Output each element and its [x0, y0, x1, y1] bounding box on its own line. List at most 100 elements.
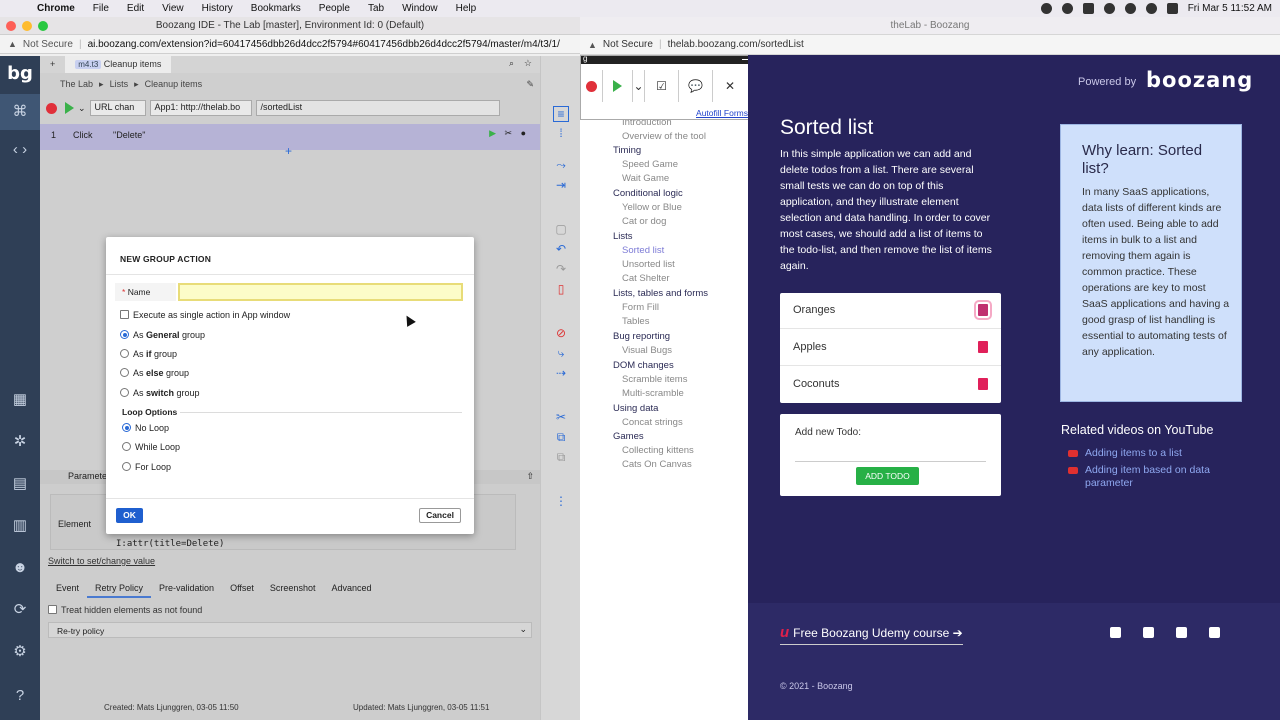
nav-section[interactable]: Games [613, 431, 644, 442]
modules-icon[interactable]: ▦ [9, 390, 31, 410]
tab-offset[interactable]: Offset [222, 580, 262, 598]
nav-item[interactable]: Visual Bugs [622, 345, 672, 356]
clock[interactable]: Fri Mar 5 11:52 AM [1188, 3, 1272, 14]
tab-screenshot[interactable]: Screenshot [262, 580, 324, 598]
tab-advanced[interactable]: Advanced [323, 580, 379, 598]
no-loop-option[interactable]: No Loop [122, 423, 169, 433]
crumb-cleanup-items[interactable]: Cleanup items [145, 79, 203, 89]
execute-single-checkbox[interactable] [120, 310, 129, 319]
path-input[interactable]: /sortedList [255, 100, 500, 116]
copy-icon[interactable]: ⧉ [553, 430, 569, 444]
nav-section[interactable]: Conditional logic [613, 188, 683, 199]
edit-icon[interactable]: ✎ [526, 79, 534, 90]
retry-policy-select[interactable]: Re-try policy ⌄ [48, 622, 532, 638]
as-else-radio[interactable] [120, 368, 129, 377]
as-if-option[interactable]: As if group [120, 349, 177, 359]
integrations-icon[interactable]: ⟳ [9, 600, 31, 620]
collapse-icon[interactable]: ⇧ [526, 471, 534, 482]
menu-help[interactable]: Help [447, 3, 486, 14]
undo-icon[interactable]: ↶ [553, 242, 569, 256]
trash-icon[interactable] [978, 341, 988, 353]
nav-item[interactable]: Yellow or Blue [622, 202, 682, 213]
email-icon[interactable] [1110, 627, 1121, 638]
record-button[interactable] [46, 102, 57, 114]
boozang-logo[interactable]: bg [0, 56, 40, 94]
address-bar[interactable]: ▲ Not Secure | ai.boozang.com/extension?… [0, 35, 580, 54]
for-loop-option[interactable]: For Loop [122, 462, 171, 472]
settings-icon[interactable]: ● [521, 128, 526, 138]
settings-icon[interactable]: ⚙ [9, 642, 31, 662]
nav-item[interactable]: Form Fill [622, 302, 659, 313]
nav-section[interactable]: Timing [613, 145, 641, 156]
as-if-radio[interactable] [120, 349, 129, 358]
nav-item-active[interactable]: Sorted list [622, 245, 664, 256]
bug-icon[interactable]: ✲ [9, 432, 31, 452]
widget-titlebar[interactable]: g [581, 54, 752, 64]
close-window-button[interactable] [6, 21, 16, 31]
add-todo-input[interactable] [795, 461, 986, 462]
redo-icon[interactable]: ↷ [553, 262, 569, 276]
menu-edit[interactable]: Edit [118, 3, 153, 14]
tab-parameters[interactable]: Parameter [68, 471, 110, 481]
menu-people[interactable]: People [310, 3, 359, 14]
nav-item[interactable]: Concat strings [622, 417, 683, 428]
search-icon[interactable]: ⌕ [509, 58, 514, 69]
nav-item[interactable]: Cats On Canvas [622, 459, 692, 470]
treat-hidden-option[interactable]: Treat hidden elements as not found [48, 605, 202, 615]
branch-icon[interactable]: ⤷ [553, 346, 569, 360]
list-view-icon[interactable]: ≡ [553, 106, 569, 122]
tree-icon[interactable]: ⌘ [0, 94, 40, 130]
back-icon[interactable]: ‹ › [9, 140, 31, 160]
url-text[interactable]: ai.boozang.com/extension?id=60417456dbb2… [88, 39, 560, 50]
move-icon[interactable]: ⇢ [553, 366, 569, 380]
autofill-forms-link[interactable]: Autofill Forms [696, 108, 748, 118]
facebook-icon[interactable] [1143, 627, 1154, 638]
crumb-lists[interactable]: Lists [110, 79, 129, 89]
nav-section[interactable]: DOM changes [613, 360, 674, 371]
linkedin-icon[interactable] [1176, 627, 1187, 638]
menu-file[interactable]: File [84, 3, 118, 14]
report-icon[interactable]: ▤ [9, 474, 31, 494]
ok-button[interactable]: OK [116, 508, 143, 523]
boozang-brand-logo[interactable]: boozang [1146, 68, 1253, 92]
element-selector[interactable]: I:attr(title=Delete) [116, 539, 224, 549]
nav-item[interactable]: Wait Game [622, 173, 669, 184]
switch-value-link[interactable]: Switch to set/change value [48, 556, 155, 566]
play-button[interactable] [65, 102, 74, 114]
disable-icon[interactable]: ⊘ [553, 326, 569, 340]
menu-tab[interactable]: Tab [359, 3, 393, 14]
scissors-icon[interactable]: ✂ [553, 410, 569, 424]
as-general-option[interactable]: As General group [120, 330, 205, 340]
app-select[interactable]: App1: http://thelab.bo [149, 100, 252, 116]
chevron-down-icon[interactable]: ⌄ [633, 70, 645, 102]
add-todo-button[interactable]: ADD TODO [856, 467, 919, 485]
new-tab-button[interactable]: + [40, 56, 65, 73]
as-else-option[interactable]: As else group [120, 368, 189, 378]
address-bar[interactable]: ▲ Not Secure | thelab.boozang.com/sorted… [580, 35, 1280, 55]
bluetooth-icon[interactable] [1124, 3, 1136, 14]
menu-window[interactable]: Window [393, 3, 447, 14]
star-icon[interactable]: ☆ [524, 58, 532, 69]
execute-single-option[interactable]: Execute as single action in App window [120, 310, 290, 320]
add-action-button[interactable]: + [285, 144, 292, 158]
name-input[interactable] [178, 283, 463, 301]
nav-item[interactable]: Cat or dog [622, 216, 666, 227]
udemy-course-link[interactable]: u Free Boozang Udemy course ➔ [780, 624, 963, 645]
nav-item[interactable]: Multi-scramble [622, 388, 684, 399]
nav-item[interactable]: Cat Shelter [622, 273, 670, 284]
comment-icon[interactable]: 💬 [679, 70, 713, 102]
nav-section[interactable]: Bug reporting [613, 331, 670, 342]
expand-icon[interactable]: ⁞ [553, 126, 569, 140]
trash-icon[interactable] [974, 300, 992, 320]
nav-item[interactable]: Unsorted list [622, 259, 675, 270]
treat-hidden-checkbox[interactable] [48, 605, 57, 614]
youtube-link[interactable]: Adding item based on data parameter [1068, 464, 1248, 490]
tools-icon[interactable]: ✕ [713, 70, 747, 102]
as-switch-radio[interactable] [120, 388, 129, 397]
tab-retry-policy[interactable]: Retry Policy [87, 580, 152, 598]
cancel-button[interactable]: Cancel [419, 508, 461, 523]
menu-view[interactable]: View [153, 3, 193, 14]
minimize-window-button[interactable] [22, 21, 32, 31]
record-button[interactable] [581, 70, 603, 102]
data-icon[interactable]: ▥ [9, 516, 31, 536]
